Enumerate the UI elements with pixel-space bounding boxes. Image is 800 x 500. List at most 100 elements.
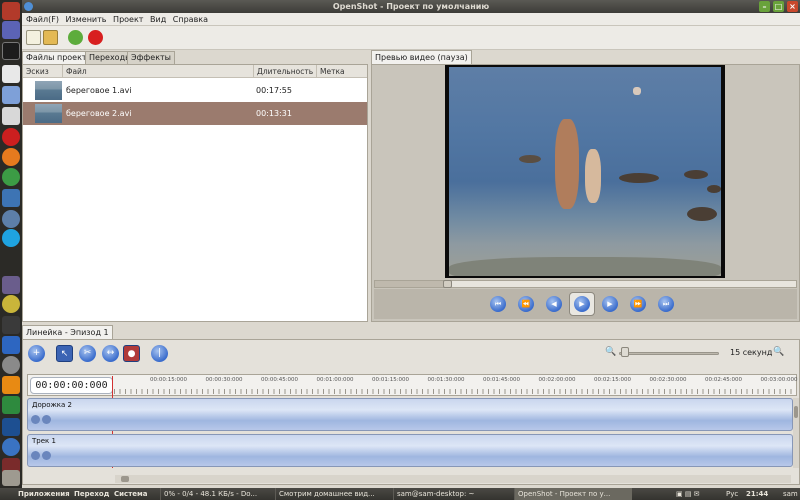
ruler-label: 00:03:00:000 [760,377,798,383]
razor-tool-icon[interactable]: ✂ [79,345,96,362]
import-files-icon[interactable] [43,30,58,45]
taskbar-item-openshot[interactable]: OpenShot - Проект по у... [514,488,632,500]
virtualbox-icon[interactable] [2,418,20,436]
resize-tool-icon[interactable]: ↔ [102,345,119,362]
spreadsheet-icon[interactable] [2,396,20,414]
preview-scrubber[interactable] [374,280,797,288]
clapper-icon[interactable] [2,336,20,354]
terminal-icon[interactable] [2,42,20,60]
power-icon[interactable] [2,2,20,20]
scrubber-handle[interactable] [442,280,452,288]
menu-help[interactable]: Справка [173,13,208,26]
visibility-icon[interactable] [31,415,40,424]
rss-icon[interactable] [2,86,20,104]
maximize-button[interactable]: □ [773,1,784,12]
pidgin-icon[interactable] [2,276,20,294]
track-name: Дорожка 2 [32,401,72,409]
zoom-label: 15 секунд [730,348,773,357]
add-files-icon[interactable] [68,30,83,45]
zoom-in-icon[interactable]: 🔍 [773,347,784,357]
gmail-icon[interactable] [2,65,20,83]
play-button[interactable]: ▶ [569,292,595,316]
add-track-icon[interactable]: + [28,345,45,362]
clock[interactable]: 21:44 [746,488,768,500]
help-icon[interactable] [2,438,20,456]
rock [707,185,721,193]
picasa-icon[interactable] [2,295,20,313]
new-project-icon[interactable] [26,30,41,45]
close-button[interactable]: × [787,1,798,12]
marker-tool-icon[interactable]: | [151,345,168,362]
minimize-button[interactable]: – [759,1,770,12]
vlc-icon[interactable] [2,376,20,394]
ruler-label: 00:01:00:000 [316,377,354,383]
track-row[interactable]: Трек 1 [27,434,793,467]
audio-icon[interactable] [42,451,51,460]
timeline-panel: + ↖ ✂ ↔ ● | 🔍 15 секунд 🔍 00:00:00:000 0… [22,339,800,485]
step-back-button[interactable]: ◀ [546,296,562,312]
user-name[interactable]: sam [783,488,798,500]
col-thumbnail[interactable]: Эскиз [23,65,62,78]
menu-view[interactable]: Вид [150,13,166,26]
taskbar-item-terminal[interactable]: sam@sam-desktop: ~ [393,488,511,500]
openshot-app-icon [24,2,33,11]
snap-tool-icon[interactable]: ● [123,345,140,362]
tab-preview[interactable]: Превью видео (пауза) [371,50,472,64]
timeline-horizontal-scrollbar[interactable] [115,475,791,483]
timeline-ruler[interactable]: 00:00:00:000 00:00:15:000 00:00:30:000 00:… [27,374,798,396]
window-title: OpenShot - Проект по умолчанию [332,2,490,11]
left-tabs: Файлы проекта Переходы Эффекты [22,50,368,64]
trash-icon[interactable] [2,470,20,486]
opera-icon[interactable] [2,128,20,146]
openshot-icon[interactable] [2,316,20,334]
scrollbar-thumb[interactable] [794,406,798,418]
python-icon[interactable] [2,189,20,207]
file-row[interactable]: береговое 1.avi 00:17:55 [23,79,367,102]
rock [619,173,659,183]
rock [519,155,541,163]
zoom-slider[interactable] [619,352,719,355]
audio-icon[interactable] [42,415,51,424]
ruler-label: 00:00:45:000 [261,377,299,383]
tab-timeline[interactable]: Линейка - Эпизод 1 [22,325,113,339]
child-figure [585,149,601,203]
file-name: береговое 1.avi [66,86,132,95]
menu-edit[interactable]: Изменить [66,13,107,26]
taskbar-item-firefox[interactable]: Смотрим домашнее вид... [275,488,389,500]
chrome-icon[interactable] [2,168,20,186]
menu-file[interactable]: Файл(F) [26,13,59,26]
title-bar[interactable]: OpenShot - Проект по умолчанию – □ × [22,0,800,13]
col-file[interactable]: Файл [62,65,253,78]
col-duration[interactable]: Длительность [253,65,316,78]
panel-menu-applications[interactable]: Приложения [18,488,70,500]
track-row[interactable]: Дорожка 2 [27,398,793,431]
zoom-slider-handle[interactable] [621,347,629,357]
panel-menu-system[interactable]: Система [114,488,147,500]
rewind-button[interactable]: ⏪ [518,296,534,312]
timeline-vertical-scrollbar[interactable] [793,398,799,468]
zoom-out-icon[interactable]: 🔍 [605,347,616,357]
file-row-selected[interactable]: береговое 2.avi 00:13:31 [23,102,367,125]
media-icon[interactable] [2,107,20,125]
bottom-panel: Приложения Переход Система 0% - 0/4 - 48… [0,488,800,500]
keyboard-layout[interactable]: Рус [726,488,738,500]
gimp-icon[interactable] [2,210,20,228]
scrollbar-thumb[interactable] [121,476,129,482]
jump-start-button[interactable]: ⏮ [490,296,506,312]
jump-end-button[interactable]: ⏭ [658,296,674,312]
ruler-label: 00:01:30:000 [427,377,465,383]
menu-project[interactable]: Проект [113,13,143,26]
panel-menu-places[interactable]: Переход [74,488,109,500]
firefox-icon[interactable] [2,148,20,166]
select-tool-icon[interactable]: ↖ [56,345,73,362]
tab-effects[interactable]: Эффекты [127,51,175,64]
visibility-icon[interactable] [31,451,40,460]
video-frame [449,67,721,276]
step-forward-button[interactable]: ▶ [602,296,618,312]
skype-icon[interactable] [2,229,20,247]
cursor-icon[interactable] [2,21,20,39]
taskbar-item-download[interactable]: 0% - 0/4 - 48.1 КБ/s - Do... [160,488,272,500]
record-icon[interactable] [88,30,103,45]
fast-forward-button[interactable]: ⏩ [630,296,646,312]
col-label[interactable]: Метка [316,65,367,78]
